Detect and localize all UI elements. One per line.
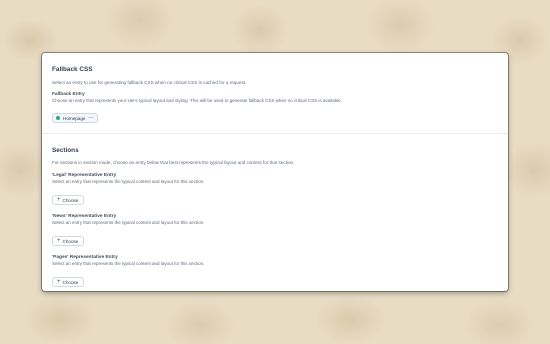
fallback-entry-selected[interactable]: Homepage — bbox=[52, 113, 99, 123]
plus-icon: + bbox=[57, 238, 61, 244]
status-dot-icon bbox=[56, 116, 60, 120]
fallback-css-section: Fallback CSS Select an entry to use for … bbox=[42, 53, 508, 134]
sections-description: For sections in section mode, choose an … bbox=[52, 160, 295, 165]
fallback-css-description: Select an entry to use for generating fa… bbox=[52, 80, 247, 85]
entry-field-description: Select an entry that represents the typi… bbox=[52, 179, 205, 184]
plus-icon: + bbox=[57, 197, 61, 203]
entry-field-news: 'News' Representative Entry Select an en… bbox=[52, 214, 498, 247]
fallback-entry-description: Choose an entry that represents your sit… bbox=[52, 98, 342, 103]
settings-panel: Fallback CSS Select an entry to use for … bbox=[42, 53, 508, 291]
choose-pages-entry-button[interactable]: + Choose bbox=[52, 277, 85, 287]
sections-section: Sections For sections in section mode, c… bbox=[42, 134, 508, 288]
choose-button-label: Choose bbox=[62, 279, 79, 285]
choose-legal-entry-button[interactable]: + Choose bbox=[52, 195, 85, 205]
entry-field-legal: 'Legal' Representative Entry Select an e… bbox=[52, 173, 498, 206]
sections-heading: Sections bbox=[52, 147, 79, 154]
choose-news-entry-button[interactable]: + Choose bbox=[52, 236, 85, 246]
choose-button-label: Choose bbox=[62, 238, 79, 244]
choose-button-label: Choose bbox=[62, 197, 79, 203]
entry-field-description: Select an entry that represents the typi… bbox=[52, 261, 205, 266]
entry-field-description: Select an entry that represents the typi… bbox=[52, 220, 205, 225]
entry-field-pages: 'Pages' Representative Entry Select an e… bbox=[52, 255, 498, 288]
remove-entry-icon[interactable]: — bbox=[88, 115, 93, 121]
plus-icon: + bbox=[57, 279, 61, 285]
fallback-entry-title: Homepage bbox=[63, 115, 86, 121]
fallback-css-heading: Fallback CSS bbox=[52, 66, 93, 73]
